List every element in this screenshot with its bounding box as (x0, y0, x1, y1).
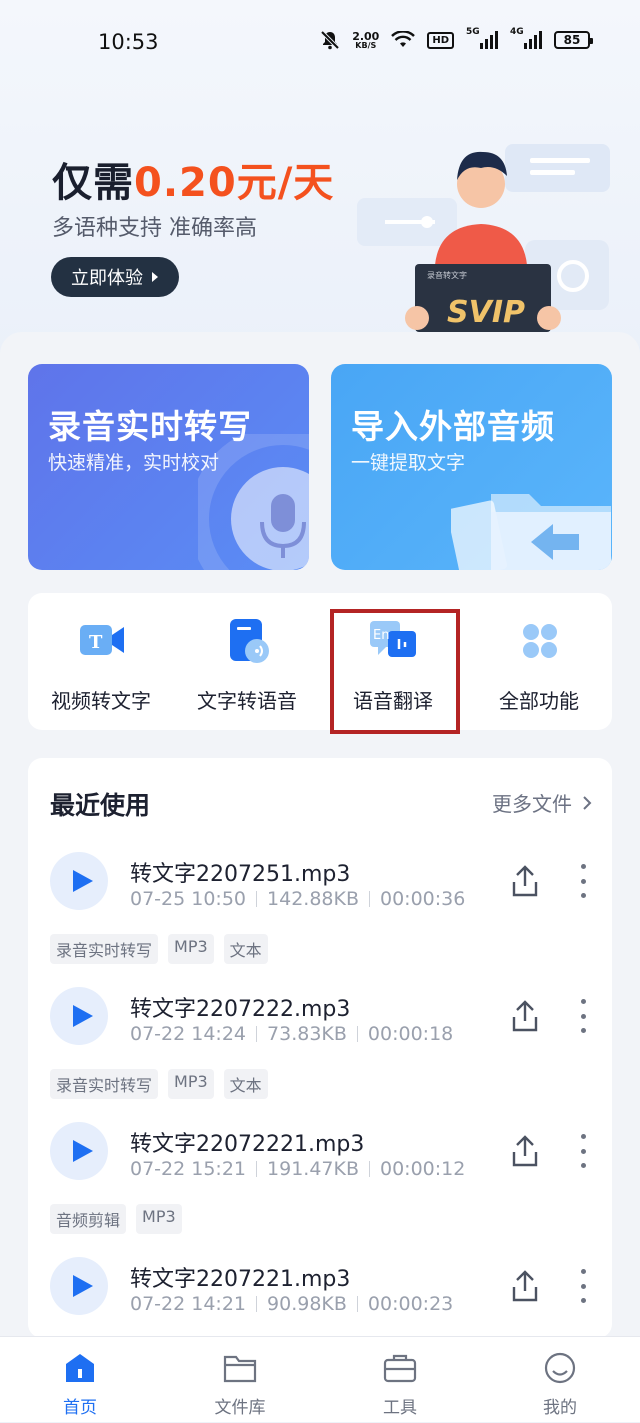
nav-tools[interactable]: 工具 (320, 1337, 480, 1423)
highlight-box (330, 609, 460, 734)
more-options-icon[interactable] (578, 1269, 588, 1303)
text-speech-icon (230, 619, 269, 663)
battery-icon: 85 (554, 31, 593, 49)
file-name: 转文字22072221.mp3 (130, 1132, 365, 1157)
text-to-speech-button[interactable]: 文字转语音 (174, 593, 320, 730)
video-text-icon: T (80, 625, 124, 655)
list-item[interactable]: 转文字2207251.mp3 07-25 10:50 142.88KB 00:00:… (28, 758, 612, 964)
file-meta: 07-22 14:21 90.98KB 00:00:23 (130, 1293, 454, 1315)
import-audio-card[interactable]: 导入外部音频 一键提取文字 (331, 364, 612, 570)
folder-icon (223, 1355, 257, 1383)
promo-title: 仅需0.20元/天 (52, 160, 335, 206)
try-now-button[interactable]: 立即体验 (51, 257, 179, 297)
list-item[interactable]: 转文字2207221.mp3 07-22 14:21 90.98KB 00:00:2… (28, 1163, 612, 1315)
profile-icon (544, 1352, 576, 1384)
network-speed: 2.00 KB/S (352, 29, 380, 50)
card-subtitle: 一键提取文字 (351, 452, 466, 474)
recent-section: 最近使用 更多文件 转文字2207251.mp3 07-25 10:50 142.… (28, 758, 612, 1338)
card-title: 导入外部音频 (351, 407, 555, 446)
signal-5g-icon: 5G (466, 27, 498, 49)
signal-4g-icon: 4G (510, 27, 542, 49)
file-name: 转文字2207221.mp3 (130, 1267, 351, 1292)
nav-profile[interactable]: 我的 (480, 1337, 640, 1423)
bottom-nav: 首页 文件库 工具 我的 (0, 1336, 640, 1422)
list-item[interactable]: 转文字22072221.mp3 07-22 15:21 191.47KB 00:00… (28, 1028, 612, 1234)
grid-icon (523, 624, 557, 658)
card-subtitle: 快速精准，实时校对 (48, 452, 220, 474)
mute-icon (320, 30, 340, 50)
file-name: 转文字2207251.mp3 (130, 862, 351, 887)
promo-illustration: 录音转文字 SVIP (355, 140, 615, 340)
function-grid: T 视频转文字 文字转语音 En 语音翻译 全部功能 (28, 593, 612, 730)
card-title: 录音实时转写 (48, 407, 252, 446)
status-bar: 10:53 2.00 KB/S HD 5G 4G 85 (0, 26, 640, 62)
list-item[interactable]: 转文字2207222.mp3 07-22 14:24 73.83KB 00:00:1… (28, 893, 612, 1099)
all-functions-button[interactable]: 全部功能 (466, 593, 612, 730)
nav-home[interactable]: 首页 (0, 1337, 160, 1423)
play-button[interactable] (50, 1257, 108, 1315)
wifi-icon (391, 31, 416, 47)
caret-right-icon (152, 272, 158, 282)
svg-text:录音转文字: 录音转文字 (427, 270, 467, 280)
hd-icon: HD (427, 31, 454, 49)
svg-text:SVIP: SVIP (447, 295, 525, 330)
home-icon (66, 1354, 94, 1382)
record-transcribe-card[interactable]: 录音实时转写 快速精准，实时校对 (28, 364, 309, 570)
folder-import-icon (451, 494, 611, 570)
nav-files[interactable]: 文件库 (160, 1337, 320, 1423)
video-to-text-button[interactable]: T 视频转文字 (28, 593, 174, 730)
share-icon[interactable] (510, 1269, 540, 1303)
toolbox-icon (383, 1354, 417, 1383)
status-time: 10:53 (98, 30, 159, 54)
promo-subtitle: 多语种支持 准确率高 (52, 216, 257, 241)
svg-text:T: T (89, 632, 103, 653)
file-name: 转文字2207222.mp3 (130, 997, 351, 1022)
